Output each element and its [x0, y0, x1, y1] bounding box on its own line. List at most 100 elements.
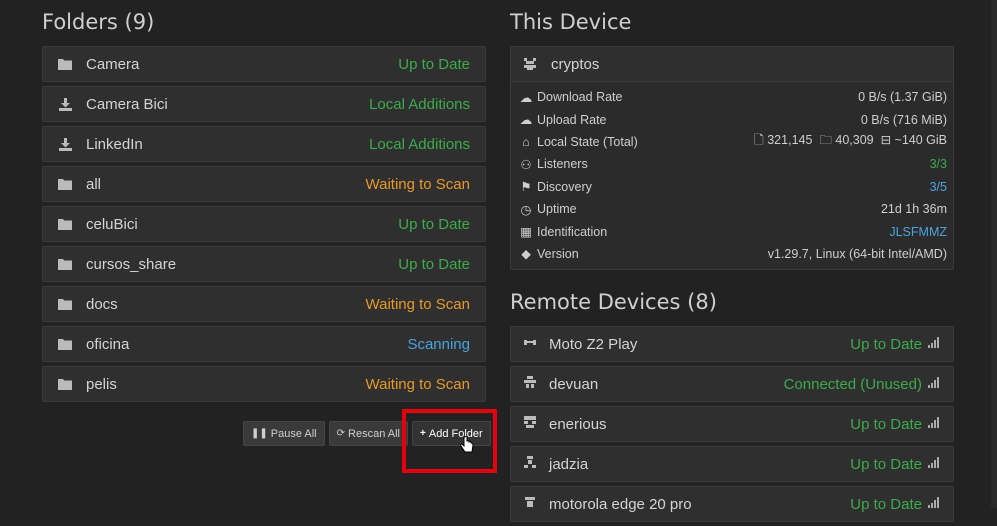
sitemap-icon: ⚇	[520, 157, 532, 172]
folder-row[interactable]: docs Waiting to Scan	[42, 286, 486, 322]
remote-device-row[interactable]: devuan Connected (Unused)	[510, 366, 954, 402]
remote-device-name: motorola edge 20 pro	[549, 495, 692, 513]
folder-name: all	[86, 175, 102, 193]
refresh-icon: ⟳	[336, 428, 346, 439]
stat-listeners: ⚇ Listeners 3/3	[520, 157, 947, 172]
folder-row[interactable]: celuBici Up to Date	[42, 206, 486, 242]
this-device-panel: cryptos ☁ Download Rate 0 B/s (1.37 GiB) …	[510, 46, 954, 271]
tag-icon: ◆	[521, 247, 531, 262]
signal-icon	[928, 375, 941, 393]
signal-icon	[928, 415, 941, 433]
signal-icon	[928, 335, 941, 353]
remote-device-row[interactable]: jadzia Up to Date	[510, 446, 954, 482]
identicon-icon	[523, 415, 537, 434]
folder-name: celuBici	[86, 215, 138, 233]
remote-device-name: jadzia	[549, 455, 589, 473]
stat-local-state: ⌂ Local State (Total) 🗋 321,145 🗀 40,309 …	[519, 131, 947, 153]
device-column: This Device cryptos ☁ Download Rate 0 B/s…	[510, 0, 954, 522]
folder-status: Up to Date	[398, 215, 470, 233]
folder-status: Waiting to Scan	[365, 295, 471, 313]
folders-panel: Folders (9) Camera Up to Date Camera Bici L…	[42, 0, 486, 406]
download-icon	[58, 137, 72, 151]
folder-status: Scanning	[407, 335, 470, 353]
folder-name: LinkedIn	[86, 135, 143, 153]
folder-name: Camera Bici	[86, 95, 168, 113]
remote-device-status: Up to Date	[850, 495, 922, 513]
scrollbar[interactable]	[991, 0, 997, 508]
clock-icon: ◷	[520, 202, 532, 217]
stat-identification: ▦ Identification JLSFMMZ	[520, 224, 947, 240]
folder-icon	[58, 257, 72, 271]
folder-name: pelis	[86, 375, 117, 393]
remote-device-row[interactable]: Moto Z2 Play Up to Date	[510, 326, 954, 362]
signal-icon	[928, 495, 941, 513]
folder-name: Camera	[86, 55, 140, 73]
folder-row[interactable]: pelis Waiting to Scan	[42, 366, 486, 402]
this-device-name: cryptos	[551, 55, 600, 73]
pause-all-button[interactable]: ❚❚ Pause All	[243, 421, 325, 446]
identicon-icon	[523, 375, 537, 394]
folder-icon	[58, 297, 72, 311]
signpost-icon: ⚑	[520, 180, 532, 195]
listeners-value[interactable]: 3/3	[930, 157, 947, 171]
remote-device-status: Up to Date	[850, 415, 922, 433]
folder-name: docs	[86, 295, 118, 313]
home-icon: ⌂	[522, 134, 530, 149]
remote-device-list: Moto Z2 Play Up to Date devuan Connected (U…	[510, 326, 954, 526]
hand-cursor-icon	[460, 436, 474, 453]
folder-icon	[58, 57, 72, 71]
folder-status: Local Additions	[369, 95, 470, 113]
stat-version: ◆ Version v1.29.7, Linux (64-bit Intel/AM…	[519, 243, 947, 265]
folder-row[interactable]: all Waiting to Scan	[42, 166, 486, 202]
folder-status: Waiting to Scan	[365, 375, 471, 393]
identicon-icon	[524, 58, 536, 70]
signal-icon	[928, 455, 941, 473]
remote-device-row[interactable]: motorola edge 20 pro Up to Date	[510, 486, 954, 522]
cloud-upload-icon: ☁	[519, 113, 533, 128]
folder-status: Up to Date	[398, 55, 470, 73]
folder-list: Camera Up to Date Camera Bici Local Additio…	[42, 46, 486, 402]
folder-row[interactable]: cursos_share Up to Date	[42, 246, 486, 282]
remote-device-row[interactable]: enerious Up to Date	[510, 406, 954, 442]
discovery-value[interactable]: 3/5	[930, 180, 947, 194]
identification-link[interactable]: JLSFMMZ	[889, 225, 947, 239]
identicon-icon	[523, 495, 537, 514]
device-stats: ☁ Download Rate 0 B/s (1.37 GiB) ☁ Upload …	[511, 82, 953, 269]
stat-uptime: ◷ Uptime 21d 1h 36m	[520, 202, 947, 217]
stat-download-rate: ☁ Download Rate 0 B/s (1.37 GiB)	[519, 90, 947, 105]
file-icon: 🗋	[753, 133, 764, 148]
folder-row[interactable]: oficina Scanning	[42, 326, 486, 362]
qrcode-icon: ▦	[520, 225, 532, 240]
folder-name: cursos_share	[86, 255, 177, 273]
remote-device-name: enerious	[549, 415, 607, 433]
folder-row[interactable]: Camera Bici Local Additions	[42, 86, 486, 122]
remote-device-status: Up to Date	[850, 335, 922, 353]
identicon-icon	[523, 455, 537, 474]
folder-icon	[58, 337, 72, 351]
remote-device-name: devuan	[549, 375, 599, 393]
folder-row[interactable]: LinkedIn Local Additions	[42, 126, 486, 162]
folders-title: Folders (9)	[42, 10, 155, 34]
folder-icon	[58, 377, 72, 391]
remote-device-name: Moto Z2 Play	[549, 335, 638, 353]
folder-status: Local Additions	[369, 135, 470, 153]
folder-icon	[58, 217, 72, 231]
folder-row[interactable]: Camera Up to Date	[42, 46, 486, 82]
stat-upload-rate: ☁ Upload Rate 0 B/s (716 MiB)	[519, 112, 947, 128]
this-device-header[interactable]: cryptos	[511, 47, 953, 82]
folder-status: Up to Date	[398, 255, 470, 273]
folder-status: Waiting to Scan	[365, 175, 471, 193]
folder-outline-icon: 🗀	[819, 133, 832, 148]
remote-device-status: Connected (Unused)	[783, 375, 922, 393]
rescan-all-button[interactable]: ⟳ Rescan All	[328, 421, 409, 446]
remote-devices-title: Remote Devices (8)	[510, 290, 717, 314]
folder-icon	[58, 177, 72, 191]
this-device-title: This Device	[510, 10, 632, 34]
remote-device-status: Up to Date	[850, 455, 922, 473]
cloud-download-icon: ☁	[519, 90, 533, 105]
folder-name: oficina	[86, 335, 130, 353]
pause-icon: ❚❚	[251, 428, 268, 439]
hdd-icon: ⊟	[880, 133, 892, 148]
highlight-box	[402, 409, 497, 473]
stat-discovery: ⚑ Discovery 3/5	[520, 179, 947, 195]
